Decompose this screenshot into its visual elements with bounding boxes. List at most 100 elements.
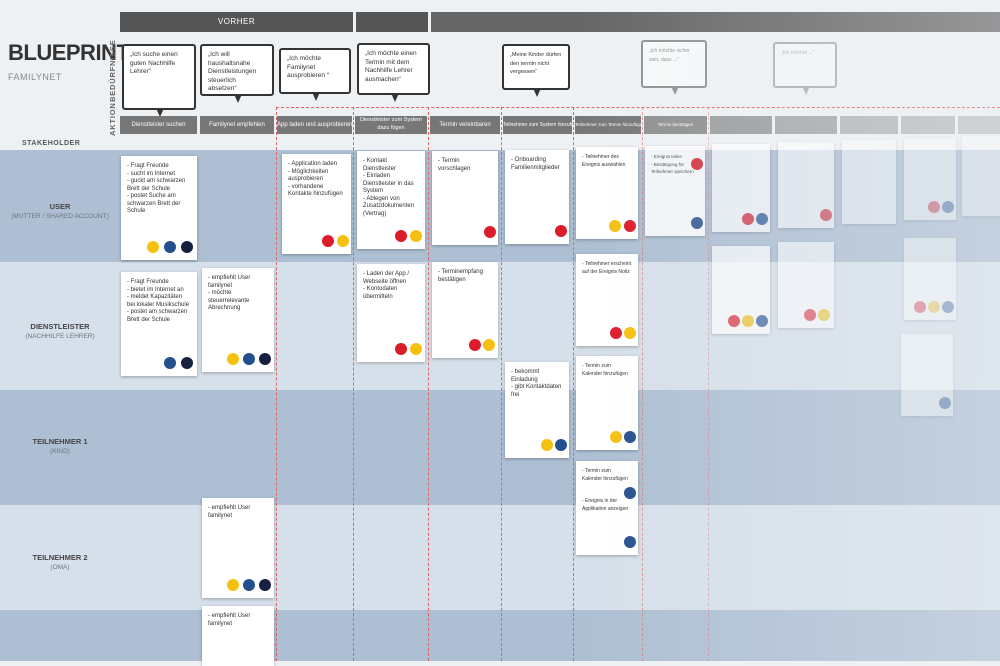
need-bubble-6: „Ich möchte sicher sein, dass ...“ (641, 40, 707, 95)
card-dienstleister-terminempfang: - Terminempfang bestätigen (432, 262, 498, 358)
dot-yellow (483, 339, 495, 351)
boundary-line (573, 107, 574, 661)
boundary-line (708, 107, 709, 661)
card-user-teilnehmer-auswaehlen: - Teilnehmer des Ereignis auswählen (576, 147, 638, 239)
dot-blue (942, 301, 954, 313)
card-user-dienstleister-hinzufuegen: - Kontakt Dienstleister - Einladen Diens… (357, 151, 425, 249)
need-bubble-5: „Meine Kinder dürfen den termin nicht ve… (502, 44, 570, 97)
card-dienstleister-ereignis-notiz: - Teilnehmer erscheint auf der Ereignis … (576, 254, 638, 346)
dot-red (555, 225, 567, 237)
card-dienstleister-empfiehlt: - empfiehlt User familynet - möchte steu… (202, 268, 274, 372)
phase-vorher: VORHER (120, 12, 353, 32)
row-teilnehmer-1 (0, 390, 1000, 505)
action-9 (775, 116, 837, 134)
dot-navy (181, 357, 193, 369)
card-dienstleister-anbieten: - Fragt Freunde - bietet im Internet an … (121, 272, 197, 376)
dot-navy (259, 353, 271, 365)
action-6: Teilnehmer zum Termin hinzufügen (575, 116, 641, 134)
row-teilnehmer-2 (0, 505, 1000, 610)
card-blurred (778, 242, 834, 328)
action-10 (840, 116, 898, 134)
card-teilnehmer1-kalender: - Termin zum Kalender hinzufügen (576, 356, 638, 450)
card-user-app-laden: - Application laden - Möglichkeiten ausp… (282, 154, 351, 254)
action-11 (901, 116, 955, 134)
phase-2 (356, 12, 428, 32)
dot-red (914, 301, 926, 313)
stakeholder-dienstleister: DIENSTLEISTER (NACHHILFE LEHRER) (25, 322, 95, 340)
need-bubble-3: „Ich möchte Familynet ausprobieren “ (279, 48, 351, 101)
dot-red (395, 230, 407, 242)
dot-yellow (609, 220, 621, 232)
card-blurred (778, 142, 834, 228)
dot-blue (243, 353, 255, 365)
page-subtitle: FAMILYNET (8, 72, 62, 82)
card-blurred (904, 238, 956, 320)
action-7: Termin bestätigen (644, 116, 707, 134)
card-teilnehmer2-kalender: - Termin zum Kalender hinzufügen - Ereig… (576, 461, 638, 555)
label-stakeholder: STAKEHOLDER (22, 140, 81, 147)
need-bubble-7: „Ich möchte ...“ (773, 42, 837, 95)
dot-navy (259, 579, 271, 591)
card-user-termin-vorschlagen: - Termin vorschlagen (432, 151, 498, 245)
action-3: Dienstleister zum System dazu fügen (355, 116, 427, 134)
dot-yellow (227, 353, 239, 365)
card-bottom-empfiehlt: - empfiehlt User familynet (202, 606, 274, 666)
dot-blue (164, 357, 176, 369)
dot-blue (756, 315, 768, 327)
action-5: Teilnehmer zum System hinzufügen (503, 116, 572, 134)
action-12 (958, 116, 1000, 134)
dot-yellow (410, 230, 422, 242)
boundary-line (428, 107, 429, 661)
label-aktion: AKTION (108, 102, 117, 136)
dot-red (804, 309, 816, 321)
stakeholder-teilnehmer-2: TEILNEHMER 2 (OMA) (32, 553, 88, 571)
dot-red (395, 343, 407, 355)
dot-blue (243, 579, 255, 591)
dot-yellow (227, 579, 239, 591)
dot-blue (624, 536, 636, 548)
dot-blue (939, 397, 951, 409)
boundary-line (353, 107, 354, 661)
card-blurred (712, 144, 770, 232)
card-blurred (962, 136, 1000, 216)
dot-blue (624, 431, 636, 443)
card-user-dienstleister-suchen: - Fragt Freunde - sucht im Internet - gu… (121, 156, 197, 260)
stakeholder-user: USER (MUTTER / SHARED ACCOUNT) (11, 202, 109, 220)
dot-yellow (541, 439, 553, 451)
dot-red (469, 339, 481, 351)
dot-red (691, 158, 703, 170)
dot-red (624, 220, 636, 232)
row-bottom (0, 610, 1000, 661)
need-bubble-1: „Ich suche einen guten Nachhilfe Lehrer“ (122, 44, 196, 117)
card-user-ereignis-teilen: - Ereignis teilen - Bestätigung für Teil… (645, 146, 705, 236)
card-teilnehmer1-einladung: - bekommt Einladung - gibt Kontaktdaten … (505, 362, 569, 458)
dot-navy (181, 241, 193, 253)
dot-yellow (742, 315, 754, 327)
dot-red (484, 226, 496, 238)
dot-blue (555, 439, 567, 451)
dot-yellow (818, 309, 830, 321)
action-0: Dienstleister suchen (120, 116, 197, 134)
dot-yellow (624, 327, 636, 339)
card-blurred (901, 334, 953, 416)
card-blurred (842, 140, 896, 224)
dot-red (322, 235, 334, 247)
stakeholder-teilnehmer-1: TEILNEHMER 1 (KIND) (32, 437, 88, 455)
dot-blue (756, 213, 768, 225)
dot-yellow (337, 235, 349, 247)
dot-yellow (410, 343, 422, 355)
dot-blue (942, 201, 954, 213)
boundary-line (642, 107, 643, 661)
dot-blue (164, 241, 176, 253)
dot-red (610, 327, 622, 339)
label-beduerfnisse: BEDÜRFNISSE (108, 39, 117, 102)
card-blurred (712, 246, 770, 334)
phase-3 (431, 12, 1000, 32)
card-dienstleister-app-laden: - Laden der App / Webseite öffnen - Kont… (357, 264, 425, 362)
need-bubble-4: „Ich möchte einen Termin mit dem Nachhil… (357, 43, 430, 102)
card-blurred (904, 138, 956, 220)
dot-red (742, 213, 754, 225)
dot-yellow (610, 431, 622, 443)
need-bubble-2: „Ich will haushaltsnahe Dienstleistungen… (200, 44, 274, 103)
dot-blue (624, 487, 636, 499)
